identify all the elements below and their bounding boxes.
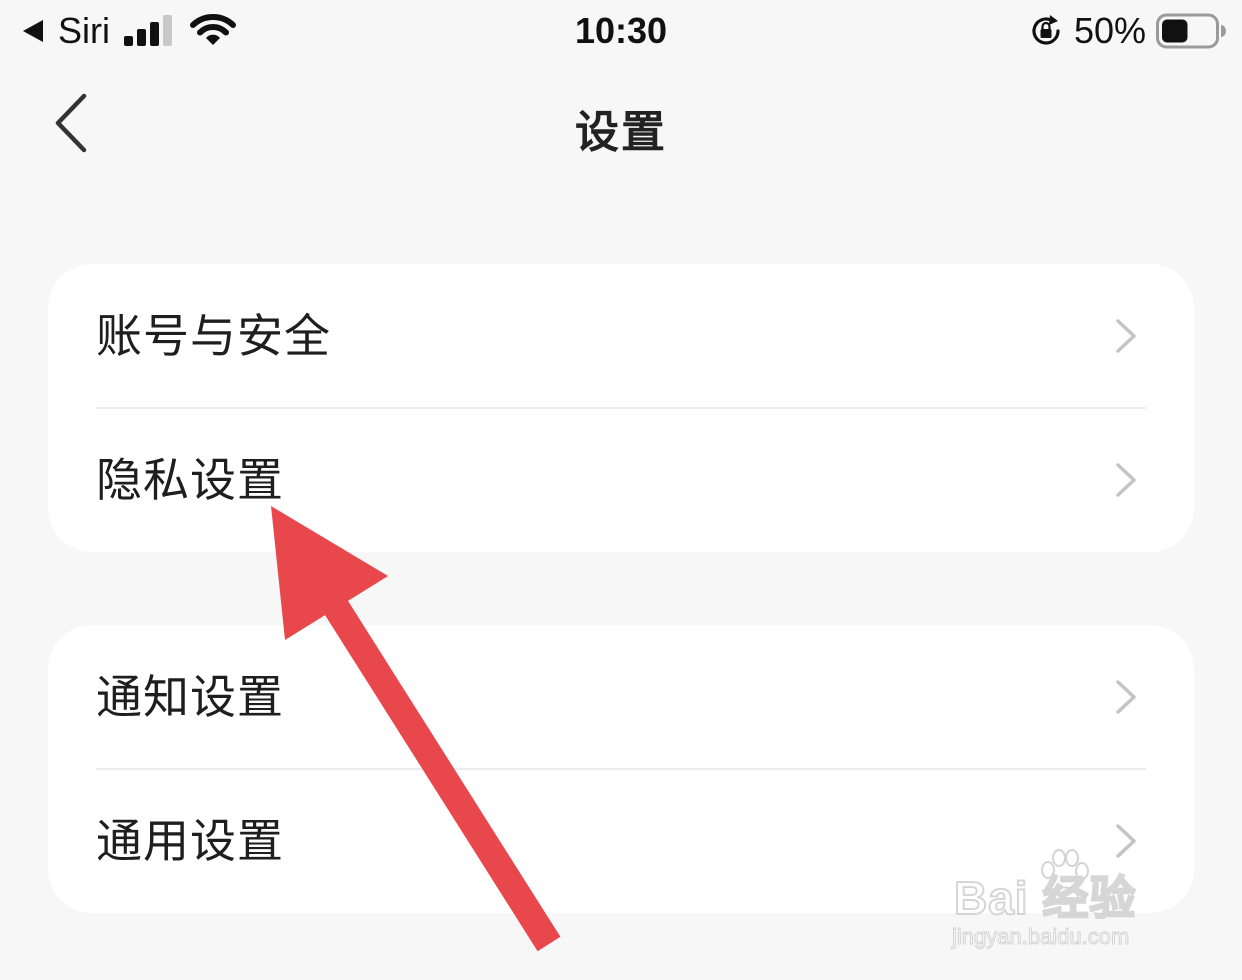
watermark-url: jingyan.baidu.com	[951, 924, 1130, 950]
battery-icon	[1156, 13, 1226, 49]
chevron-right-icon	[1116, 463, 1136, 497]
setting-label: 账号与安全	[96, 309, 331, 363]
chevron-right-icon	[1116, 319, 1136, 353]
watermark-brand: Bai 经验	[953, 871, 1137, 925]
rotation-lock-icon	[1032, 15, 1060, 45]
setting-label: 隐私设置	[96, 453, 284, 507]
status-bar: Siri 10:30 50%	[0, 0, 1242, 64]
setting-label: 通用设置	[96, 814, 284, 868]
status-bar-right: 50%	[1028, 6, 1226, 56]
page-title: 设置	[575, 107, 667, 158]
setting-row-account-security[interactable]: 账号与安全	[48, 264, 1194, 408]
battery-percent: 50%	[1073, 10, 1146, 51]
baidu-jingyan-watermark: Bai 经验 jingyan.baidu.com	[950, 842, 1190, 952]
setting-label: 通知设置	[96, 670, 284, 724]
setting-row-notifications[interactable]: 通知设置	[48, 625, 1194, 769]
chevron-right-icon	[1116, 680, 1136, 714]
settings-group-account: 账号与安全 隐私设置	[48, 264, 1194, 552]
setting-row-privacy[interactable]: 隐私设置	[48, 408, 1194, 552]
